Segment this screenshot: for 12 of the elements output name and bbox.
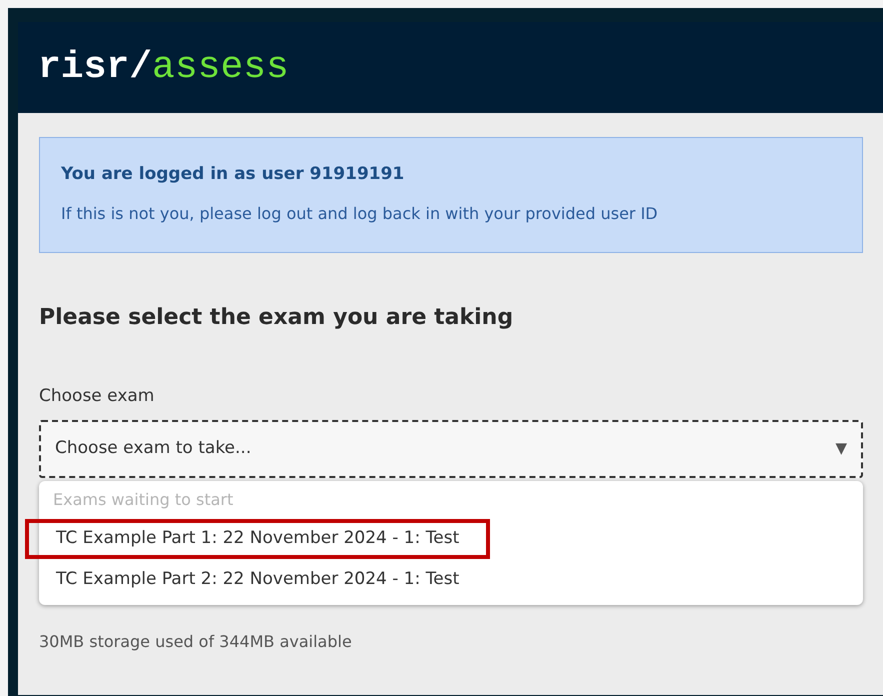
notice-title: You are logged in as user 91919191 — [61, 163, 406, 186]
exam-option[interactable]: TC Example Part 1: 22 November 2024 - 1: Test — [25, 519, 490, 559]
notice-text: If this is not you, please log out and log back in with your provided user ID — [61, 202, 659, 224]
page-heading: Please select the exam you are taking — [39, 304, 514, 332]
dropdown-arrow-icon: ▼ — [835, 437, 847, 460]
storage-info: 30MB storage used of 344MB available — [39, 630, 353, 652]
logo: risr/assess — [38, 48, 289, 86]
option-group-label: Exams waiting to start — [52, 488, 234, 510]
select-placeholder: Choose exam to take... — [55, 436, 252, 460]
field-label: Choose exam — [39, 385, 156, 408]
exam-select[interactable]: Choose exam to take... ▼ — [39, 420, 863, 478]
exam-option[interactable]: TC Example Part 2: 22 November 2024 - 1: Test — [25, 560, 490, 600]
